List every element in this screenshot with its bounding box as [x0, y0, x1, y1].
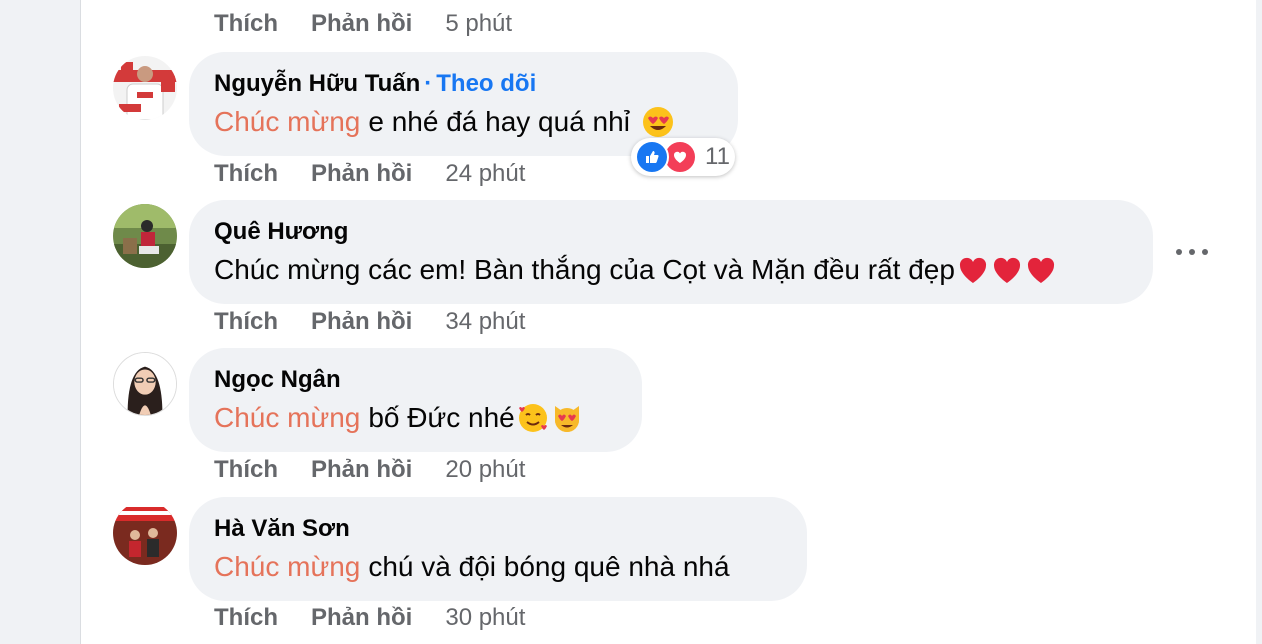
red-heart-emoji-icon	[1025, 254, 1057, 286]
highlight-text[interactable]: Chúc mừng	[214, 547, 360, 587]
avatar-ngoc-ngan[interactable]	[113, 352, 177, 416]
comment-bubble: Ngọc Ngân Chúc mừng bố Đức nhé	[189, 348, 642, 452]
author-name[interactable]: Ngọc Ngân	[214, 366, 341, 393]
author-name[interactable]: Quê Hương	[214, 218, 348, 245]
reaction-count: 11	[705, 143, 730, 170]
like-link[interactable]: Thích	[214, 456, 278, 484]
comment-time[interactable]: 20 phút	[445, 456, 525, 484]
reply-link[interactable]: Phản hồi	[311, 160, 412, 188]
comment-text: Chúc mừng chú và đội bóng quê nhà nhá	[214, 547, 782, 587]
like-link[interactable]: Thích	[214, 604, 278, 632]
comment-text: Chúc mừng e nhé đá hay quá nhỉ	[214, 102, 713, 142]
comment-author: Nguyễn Hữu Tuấn · Theo dõi	[214, 68, 713, 100]
like-link[interactable]: Thích	[214, 160, 278, 188]
comment-actions: Thích Phản hồi 34 phút	[214, 308, 525, 336]
more-dot	[1202, 249, 1208, 255]
reply-link[interactable]: Phản hồi	[311, 10, 412, 38]
more-dot	[1189, 249, 1195, 255]
more-options-icon[interactable]	[1176, 240, 1208, 264]
comment-body: bố Đức nhé	[368, 402, 515, 433]
like-reaction-icon	[635, 140, 669, 174]
reply-link[interactable]: Phản hồi	[311, 456, 412, 484]
comment-time[interactable]: 30 phút	[445, 604, 525, 632]
comment-author: Hà Văn Sơn	[214, 513, 782, 545]
reaction-summary[interactable]: 11	[631, 138, 735, 176]
author-name[interactable]: Nguyễn Hữu Tuấn	[214, 70, 420, 97]
like-link[interactable]: Thích	[214, 10, 278, 38]
avatar-que-huong[interactable]	[113, 204, 177, 268]
comment-actions: Thích Phản hồi 24 phút	[214, 160, 525, 188]
highlight-text[interactable]: Chúc mừng	[214, 398, 360, 438]
like-link[interactable]: Thích	[214, 308, 278, 336]
comment-body: chú và đội bóng quê nhà nhá	[368, 551, 730, 582]
red-heart-emoji-icon	[957, 254, 989, 286]
left-gutter	[0, 0, 81, 644]
heart-eyes-cat-icon	[551, 402, 583, 434]
comment-text: Chúc mừng bố Đức nhé	[214, 398, 617, 438]
heart-eyes-emoji-icon	[642, 106, 674, 138]
avatar-nguyen-huu-tuan[interactable]	[113, 56, 177, 120]
comment-actions-previous: Thích Phản hồi 5 phút	[214, 10, 512, 38]
red-heart-emoji-icon	[991, 254, 1023, 286]
comment-author: Quê Hương	[214, 216, 1128, 248]
more-dot	[1176, 249, 1182, 255]
comment-body: Chúc mừng các em! Bàn thắng của Cọt và M…	[214, 254, 955, 285]
comment-time[interactable]: 34 phút	[445, 308, 525, 336]
highlight-text[interactable]: Chúc mừng	[214, 102, 360, 142]
reply-link[interactable]: Phản hồi	[311, 308, 412, 336]
author-name[interactable]: Hà Văn Sơn	[214, 515, 350, 542]
comment-actions: Thích Phản hồi 30 phút	[214, 604, 525, 632]
comment-text: Chúc mừng các em! Bàn thắng của Cọt và M…	[214, 250, 1128, 290]
separator-dot: ·	[424, 70, 433, 97]
comment-time[interactable]: 24 phút	[445, 160, 525, 188]
avatar-ha-van-son[interactable]	[113, 501, 177, 565]
follow-link[interactable]: Theo dõi	[436, 70, 536, 97]
comment-actions: Thích Phản hồi 20 phút	[214, 456, 525, 484]
comment-time[interactable]: 5 phút	[445, 10, 512, 38]
comment-bubble: Quê Hương Chúc mừng các em! Bàn thắng củ…	[189, 200, 1153, 304]
comment-author: Ngọc Ngân	[214, 364, 617, 396]
smiling-face-with-hearts-icon	[517, 402, 549, 434]
comment-body: e nhé đá hay quá nhỉ	[368, 106, 630, 137]
right-gutter	[1256, 0, 1262, 644]
comment-bubble: Hà Văn Sơn Chúc mừng chú và đội bóng quê…	[189, 497, 807, 601]
reply-link[interactable]: Phản hồi	[311, 604, 412, 632]
